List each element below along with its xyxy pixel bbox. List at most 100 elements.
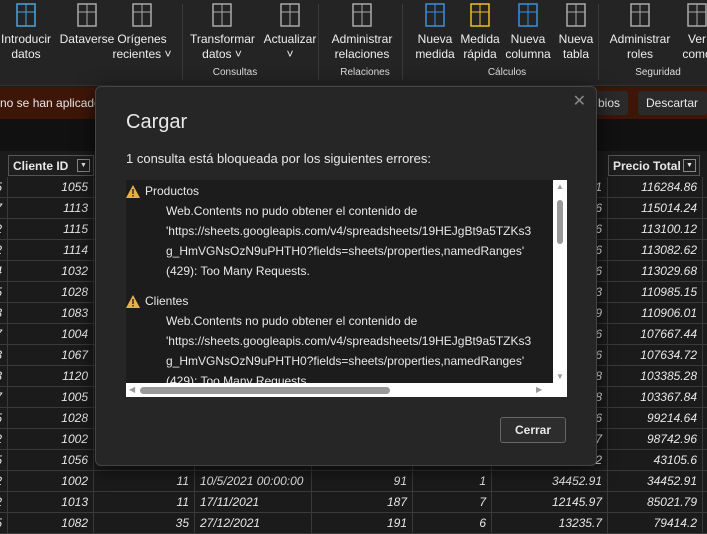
ribbon-label: medida (415, 47, 455, 61)
ribbon-label: Nueva (558, 32, 594, 46)
ribbon-separator (402, 4, 403, 80)
table-cell: 4 (0, 261, 8, 282)
table-cell: 34452.91 (608, 471, 703, 492)
table-cell: 7 (0, 387, 8, 408)
ribbon-icon (518, 3, 538, 27)
ribbon-icon (470, 3, 490, 27)
ribbon-icon (352, 3, 372, 27)
vertical-scrollbar[interactable]: ▲ ▼ (553, 180, 567, 383)
query-name: Productos (145, 184, 200, 198)
ribbon-icon (77, 3, 97, 27)
table-row[interactable]: 210021110/5/2021 00:00:0091134452.913445… (0, 471, 707, 492)
table-cell: 107667.44 (608, 324, 703, 345)
ribbon-group-label: Consultas (212, 67, 258, 78)
table-cell: 1113 (8, 198, 94, 219)
table-cell: 5 (0, 408, 8, 429)
discard-changes-button[interactable]: Descartar ca (638, 91, 707, 134)
column-header[interactable]: Precio Total ▼ (608, 155, 700, 176)
table-cell: 1013 (8, 492, 94, 513)
ribbon-button-orígenes-recientes[interactable]: Orígenes recientes ˅ (110, 0, 174, 62)
table-cell: 2 (0, 240, 8, 261)
table-cell: 107634.72 (608, 345, 703, 366)
table-cell: 1 (413, 471, 492, 492)
column-header-label: Cliente ID (13, 159, 69, 173)
close-button[interactable]: Cerrar (500, 417, 566, 443)
table-cell: 3 (0, 345, 8, 366)
ribbon-button-administrar-relaciones[interactable]: Administrar relaciones (330, 0, 394, 62)
table-cell: 1056 (8, 450, 94, 471)
table-cell: 1032 (8, 261, 94, 282)
ribbon-button-medida-rápida[interactable]: Medida rápida (457, 0, 503, 62)
table-cell: 85021.79 (608, 492, 703, 513)
table-cell: 1002 (8, 429, 94, 450)
horizontal-scrollbar[interactable]: ◀ ▶ (126, 383, 567, 397)
column-header[interactable]: Cliente ID ▼ (8, 155, 94, 176)
ribbon-icon (425, 3, 445, 27)
ribbon-label: Dataverse (59, 32, 115, 46)
ribbon-button-ver-como[interactable]: Vercomo (674, 0, 707, 62)
table-cell: 115014.24 (608, 198, 703, 219)
table-cell: 2 (0, 219, 8, 240)
error-line: 'https://sheets.googleapis.com/v4/spread… (166, 334, 532, 348)
ribbon-button-administrar-roles[interactable]: Administrar roles (608, 0, 672, 62)
ribbon-button-transformar-datos[interactable]: Transformar datos ˅ (190, 0, 255, 62)
ribbon-label: Introducir (0, 32, 52, 46)
ribbon-icon (280, 3, 300, 27)
table-cell: 3 (0, 366, 8, 387)
dialog-message: 1 consulta está bloqueada por los siguie… (126, 151, 431, 166)
ribbon-button-nueva-medida[interactable]: Nueva medida (412, 0, 458, 62)
error-line: (429): Too Many Requests. (166, 264, 310, 278)
ribbon-separator (182, 4, 183, 80)
table-cell: 7 (0, 198, 8, 219)
error-entry: Productos Web.Contents no pudo obtener el… (126, 181, 531, 281)
close-icon[interactable]: ✕ (573, 91, 586, 111)
ribbon-icon (212, 3, 232, 27)
table-cell: 2 (0, 429, 8, 450)
filter-dropdown-icon[interactable]: ▼ (683, 159, 696, 172)
ribbon-icon (132, 3, 152, 27)
query-name: Clientes (145, 294, 189, 308)
table-cell: 5 (0, 282, 8, 303)
table-cell: 43105.6 (608, 450, 703, 471)
ribbon-group-label: Relaciones (340, 67, 390, 78)
table-cell: 34452.91 (492, 471, 608, 492)
table-row[interactable]: 210131117/11/2021 00:00:00187712145.9785… (0, 492, 707, 513)
error-entry: Clientes Web.Contents no pudo obtener el … (126, 291, 531, 391)
ribbon-button-nueva-tabla[interactable]: Nueva tabla (553, 0, 599, 62)
load-dialog: ✕ Cargar 1 consulta está bloqueada por l… (95, 86, 597, 466)
table-cell: 5 (0, 177, 8, 198)
ribbon-button-nueva-columna[interactable]: Nueva columna (505, 0, 551, 62)
ribbon-button-introducir-datos[interactable]: Introducir datos (0, 0, 52, 62)
ribbon-group-label: Seguridad (635, 67, 681, 78)
warning-icon (126, 184, 140, 198)
error-line: 'https://sheets.googleapis.com/v4/spread… (166, 224, 532, 238)
error-line: g_HmVGNsOzN9uPHTH0?fields=sheets/propert… (166, 244, 525, 258)
ribbon-button-actualizar-[interactable]: Actualizar ˅ (258, 0, 322, 62)
ribbon-label: Orígenes (117, 32, 167, 46)
table-cell: 187 (312, 492, 413, 513)
warning-icon (126, 294, 140, 308)
ribbon-label: Transformar (190, 32, 255, 46)
table-cell: 98742.96 (608, 429, 703, 450)
filter-dropdown-icon[interactable]: ▼ (77, 159, 90, 172)
table-cell: 17/11/2021 00:00:00 (195, 492, 312, 513)
table-cell: 110985.15 (608, 282, 703, 303)
ribbon-label: tabla (562, 47, 590, 61)
table-cell: 5 (0, 450, 8, 471)
table-cell: 1005 (8, 387, 94, 408)
ribbon-label: Nueva (417, 32, 453, 46)
table-cell: 1114 (8, 240, 94, 261)
ribbon-label: ˅ (286, 47, 294, 61)
table-cell: 113082.62 (608, 240, 703, 261)
table-cell: 7 (0, 324, 8, 345)
ribbon-icon (687, 3, 707, 27)
ribbon-label: columna (505, 47, 551, 61)
ribbon-separator (318, 4, 319, 80)
table-cell: 110906.01 (608, 303, 703, 324)
ribbon-separator (598, 4, 599, 80)
column-header-label: Precio Total (613, 159, 681, 173)
error-line: Web.Contents no pudo obtener el contenid… (166, 204, 418, 218)
warning-text: no se han aplicado (0, 96, 101, 110)
error-list: Productos Web.Contents no pudo obtener el… (126, 180, 567, 397)
table-cell: 10/5/2021 00:00:00 (195, 471, 312, 492)
